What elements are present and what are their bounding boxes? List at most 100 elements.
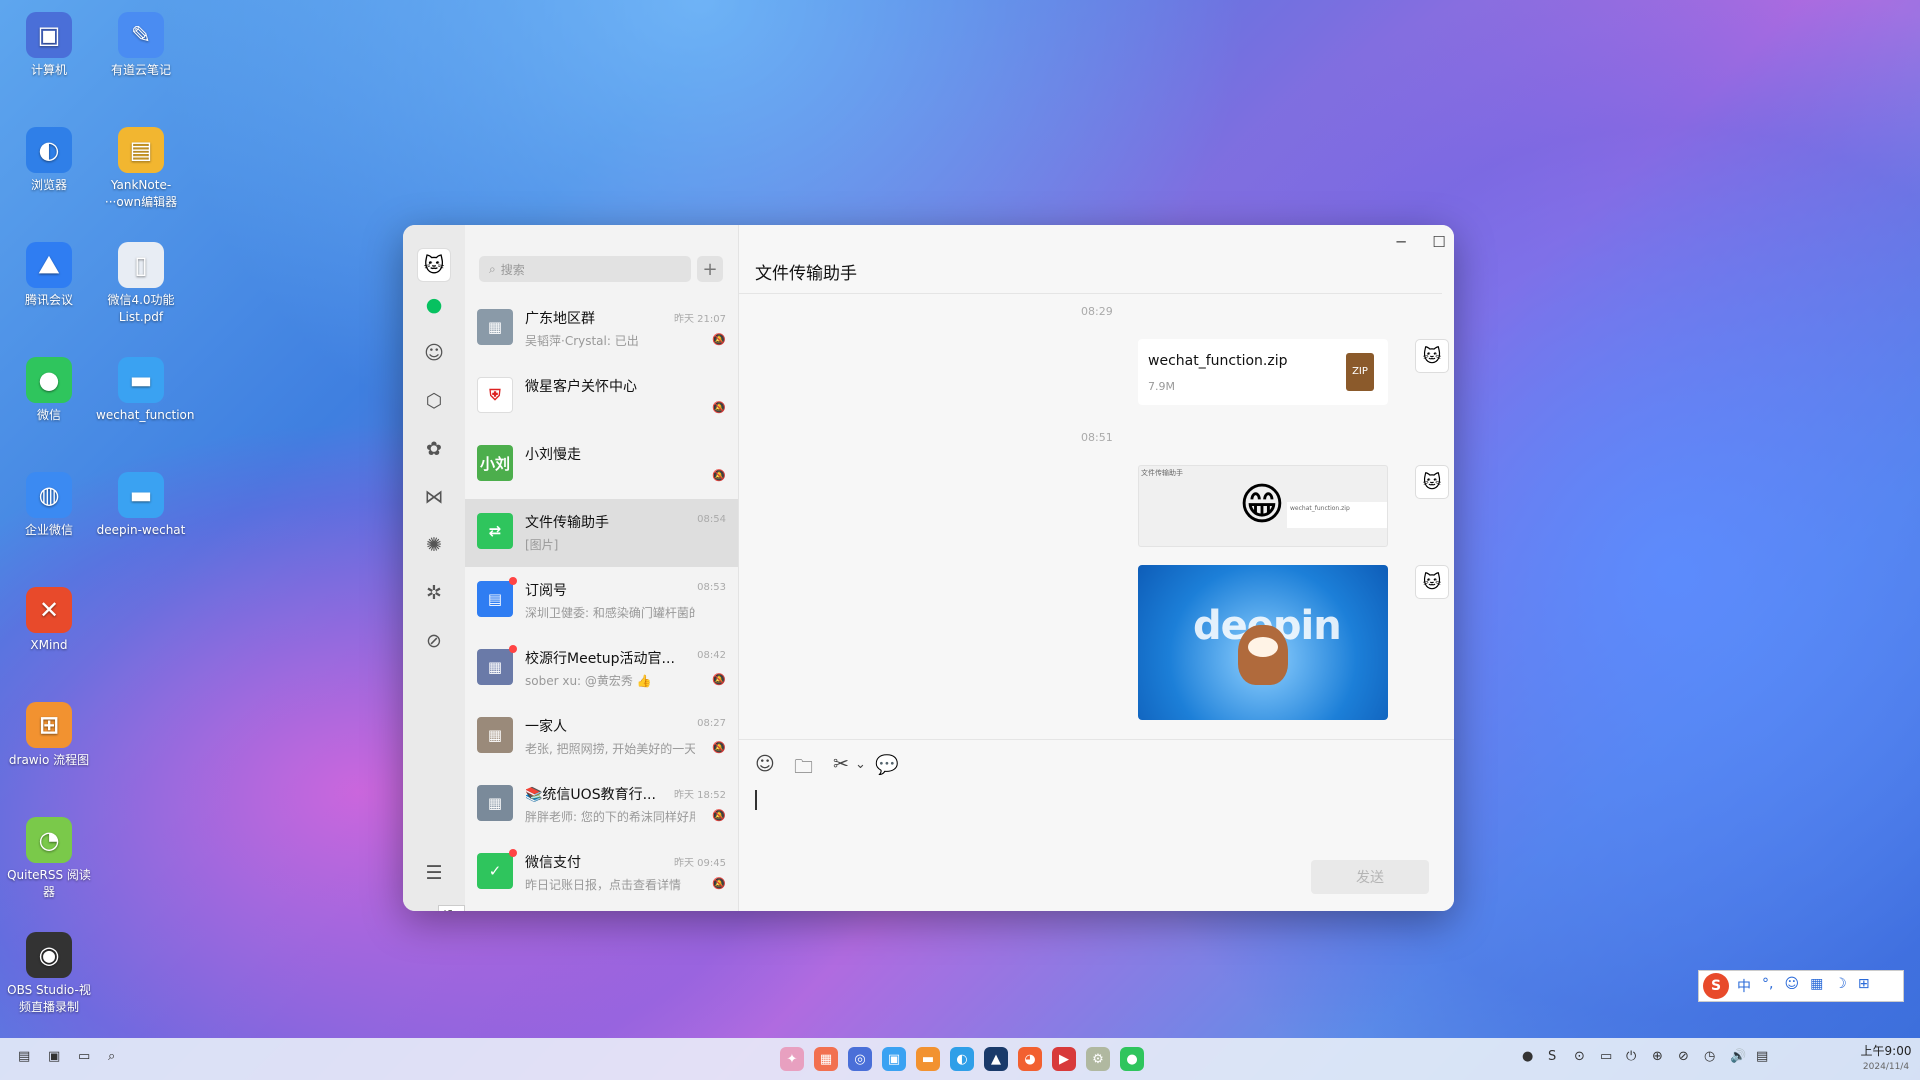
chat-list-item[interactable]: ▦ 📚统信UOS教育行... 胖胖老师: 您的下的希沫同样好用... 昨天 18:52… <box>465 771 738 839</box>
chat-preview: 昨日记账日报，点击查看详情 <box>525 878 682 892</box>
app-icon: ◉ <box>26 932 72 978</box>
taskbar-left-icon[interactable]: ▭ <box>78 1049 90 1064</box>
app-icon: ▬ <box>118 357 164 403</box>
ime-tool-icon[interactable]: ⊞ <box>1858 976 1870 996</box>
taskbar-app-icon[interactable]: ▬ <box>916 1047 940 1071</box>
my-avatar[interactable]: 🐱 <box>1415 565 1449 599</box>
mute-bell-icon: 🔕 <box>712 401 726 414</box>
chat-list-item[interactable]: ▦ 校源行Meetup活动官... sober xu: @黄宏秀 👍 08:42 🔕 <box>465 635 738 703</box>
tray-icon[interactable]: ● <box>1522 1049 1533 1064</box>
taskbar-app-icon[interactable]: ◎ <box>848 1047 872 1071</box>
tray-icon[interactable]: ⏻ <box>1626 1049 1636 1064</box>
desktop-icon-label: OBS Studio-视频直播录制 <box>7 983 91 1014</box>
chat-history-icon[interactable]: 💬 <box>875 753 899 776</box>
ime-tool-icon[interactable]: ▦ <box>1810 976 1823 996</box>
file-message[interactable]: wechat_function.zip 7.9M ZIP <box>1138 339 1388 405</box>
chat-time: 08:27 <box>697 718 726 729</box>
scissors-icon[interactable]: ✂ <box>833 753 849 775</box>
chat-preview: sober xu: @黄宏秀 👍 <box>525 674 652 688</box>
desktop-icon[interactable]: ✎ 有道云笔记 <box>96 12 186 79</box>
desktop-icon[interactable]: ⛰ 腾讯会议 <box>4 242 94 309</box>
menu-icon[interactable]: ☰ <box>419 858 449 888</box>
timestamp-1: 08:29 <box>1081 305 1113 318</box>
tray-icon[interactable]: ◷ <box>1704 1049 1715 1064</box>
tray-icon[interactable]: ⊘ <box>1678 1049 1689 1064</box>
desktop-icon[interactable]: ▣ 计算机 <box>4 12 94 79</box>
unread-dot <box>509 645 517 653</box>
nav-moments-icon[interactable]: ✿ <box>419 434 449 464</box>
tray-icon[interactable]: 🔊 <box>1730 1049 1746 1064</box>
taskbar-app-icon[interactable]: ● <box>1120 1047 1144 1071</box>
nav-contacts-icon[interactable]: ☺ <box>419 338 449 368</box>
app-icon: ◍ <box>26 472 72 518</box>
taskbar-app-icon[interactable]: ▶ <box>1052 1047 1076 1071</box>
nav-phone-icon[interactable]: ⊘ <box>419 626 449 656</box>
nav-favorites-icon[interactable]: ⬡ <box>419 386 449 416</box>
sogou-logo-icon[interactable]: S <box>1703 973 1729 999</box>
desktop-icon[interactable]: ▬ deepin-wechat <box>96 472 186 539</box>
mute-bell-icon: 🔕 <box>712 809 726 822</box>
nav-channels-icon[interactable]: ⋈ <box>419 482 449 512</box>
clock[interactable]: 上午9:00 2024/11/4 <box>1856 1043 1916 1075</box>
chat-list-item[interactable]: ▦ 一家人 老张, 把照网捞, 开始美好的一天... 08:27 🔕 <box>465 703 738 771</box>
nav-chats-icon[interactable]: ● <box>419 290 449 320</box>
ime-tool-icon[interactable]: ☺ <box>1784 976 1799 996</box>
minimize-icon[interactable]: ─ <box>1389 233 1413 251</box>
taskbar-left-icon[interactable]: ⌕ <box>108 1049 115 1064</box>
nav-search-icon[interactable]: ✲ <box>419 578 449 608</box>
taskbar-app-icon[interactable]: ▲ <box>984 1047 1008 1071</box>
my-avatar[interactable]: 🐱 <box>1415 465 1449 499</box>
chat-list-item[interactable]: ▦ 广东地区群 吴韬萍·Crystal: 已出 昨天 21:07 🔕 <box>465 295 738 363</box>
text-caret[interactable] <box>755 790 757 810</box>
screenshot-message[interactable]: 文件传输助手 😁 wechat_function.zip <box>1138 465 1388 547</box>
tray-icon[interactable]: ⊕ <box>1652 1049 1663 1064</box>
tray-icon[interactable]: ⊙ <box>1574 1049 1585 1064</box>
taskbar-app-icon[interactable]: ◕ <box>1018 1047 1042 1071</box>
ime-tool-icon[interactable]: ☽ <box>1834 976 1847 996</box>
chat-list-item[interactable]: ⛨ 微星客户关怀中心 🔕 <box>465 363 738 431</box>
chat-avatar: ▦ <box>477 717 513 753</box>
taskbar-left-icon[interactable]: ▣ <box>48 1049 60 1064</box>
taskbar-app-icon[interactable]: ⚙ <box>1086 1047 1110 1071</box>
taskbar-app-icon[interactable]: ▦ <box>814 1047 838 1071</box>
desktop-icon[interactable]: ▯ 微信4.0功能List.pdf <box>96 242 186 326</box>
tray-icon[interactable]: ▭ <box>1600 1049 1612 1064</box>
taskbar-app-icon[interactable]: ✦ <box>780 1047 804 1071</box>
maximize-icon[interactable]: ☐ <box>1427 233 1451 251</box>
chat-name: 微信支付 <box>525 855 581 871</box>
chat-list-item[interactable]: 小刘 小刘慢走 🔕 <box>465 431 738 499</box>
chevron-down-icon[interactable]: ⌄ <box>855 757 866 772</box>
chat-list-item[interactable]: ✓ 微信支付 昨日记账日报，点击查看详情 昨天 09:45 🔕 <box>465 839 738 907</box>
desktop-icon[interactable]: ✕ XMind <box>4 587 94 654</box>
desktop-icon[interactable]: ▬ wechat_function <box>96 357 194 424</box>
nav-mini-programs-icon[interactable]: ✺ <box>419 530 449 560</box>
desktop-icon[interactable]: ◔ QuiteRSS 阅读器 <box>4 817 94 901</box>
search-input[interactable]: ⌕ 搜索 <box>479 256 691 282</box>
desktop-icon[interactable]: ◍ 企业微信 <box>4 472 94 539</box>
desktop-icon[interactable]: ⊞ drawio 流程图 <box>4 702 94 769</box>
app-icon: ▤ <box>118 127 164 173</box>
desktop-icon-label: deepin-wechat <box>96 523 186 537</box>
ime-tool-icon[interactable]: 中 <box>1737 976 1751 996</box>
user-avatar[interactable]: 🐱 <box>417 248 451 282</box>
chat-list-item[interactable]: ▤ 订阅号深圳卫健委: 和感染确门罐杆菌的人... 08:53 <box>465 567 738 635</box>
taskbar-app-icon[interactable]: ◐ <box>950 1047 974 1071</box>
desktop-icon[interactable]: ● 微信 <box>4 357 94 424</box>
desktop-icon[interactable]: ◐ 浏览器 <box>4 127 94 194</box>
desktop-icon[interactable]: ◉ OBS Studio-视频直播录制 <box>4 932 94 1016</box>
taskbar-app-icon[interactable]: ▣ <box>882 1047 906 1071</box>
ime-tool-icon[interactable]: °, <box>1762 976 1773 996</box>
taskbar-left-icon[interactable]: ▤ <box>18 1049 30 1064</box>
image-message[interactable]: deepin <box>1138 565 1388 720</box>
desktop-icon[interactable]: ▤ YankNote-···own编辑器 <box>96 127 186 211</box>
my-avatar[interactable]: 🐱 <box>1415 339 1449 373</box>
send-button[interactable]: 发送 <box>1311 860 1429 894</box>
chat-list-item[interactable]: ⇄ 文件传输助手 [图片] 08:54 <box>465 499 738 567</box>
emoji-icon[interactable]: ☺ <box>755 753 775 775</box>
tray-icon[interactable]: S <box>1548 1049 1556 1064</box>
folder-icon[interactable]: 🗀 <box>794 753 813 785</box>
chat-avatar: ✓ <box>477 853 513 889</box>
tray-icon[interactable]: ▤ <box>1756 1049 1768 1064</box>
add-button[interactable]: + <box>697 256 723 282</box>
zip-file-icon: ZIP <box>1346 353 1374 391</box>
